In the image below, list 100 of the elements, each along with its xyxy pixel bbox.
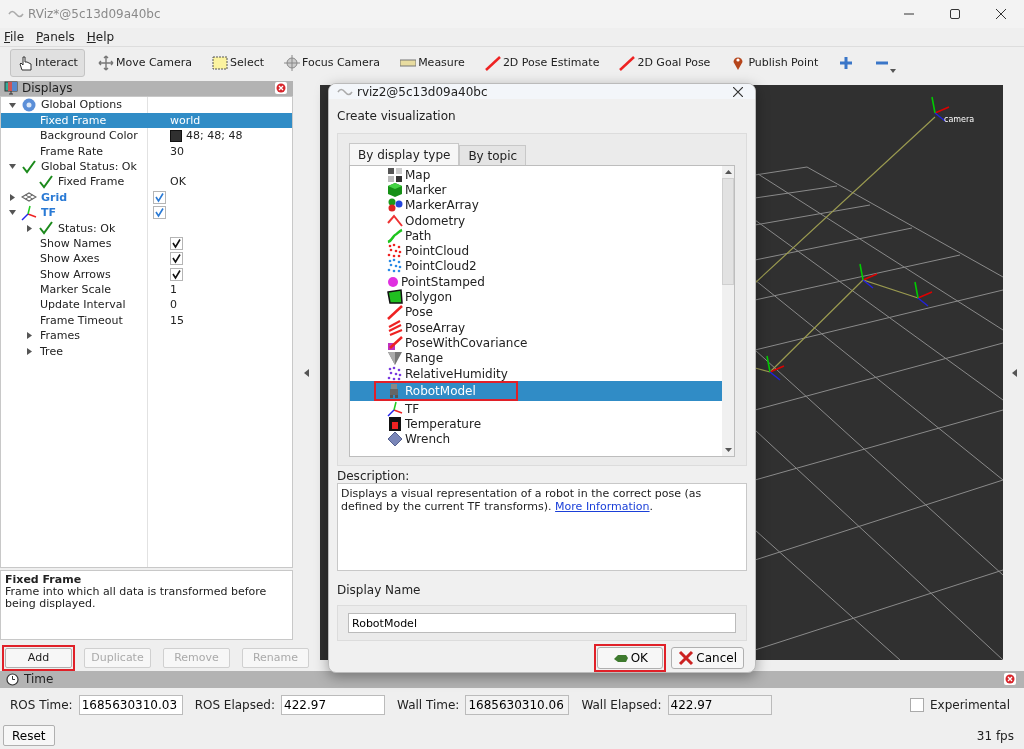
scroll-up-icon[interactable] — [724, 170, 732, 174]
plus-icon — [838, 54, 855, 71]
checkbox[interactable] — [153, 206, 166, 220]
property-value: 48; 48; 48 — [186, 128, 243, 144]
expand-arrow-icon[interactable] — [25, 224, 33, 232]
list-item[interactable]: Polygon — [350, 289, 722, 305]
tab[interactable]: By topic — [459, 145, 527, 165]
tree-row[interactable]: Show Arrows — [1, 266, 292, 283]
tree-row[interactable]: Grid — [1, 189, 292, 206]
expand-arrow-icon[interactable] — [8, 163, 16, 171]
list-item-label: MarkerArray — [405, 198, 479, 213]
list-item[interactable]: Path — [350, 228, 722, 244]
expand-arrow-icon[interactable] — [8, 101, 16, 109]
tree-row[interactable]: Frame Rate 30 — [1, 143, 292, 159]
collapse-arrow-icon[interactable] — [304, 368, 309, 377]
property-value: 30 — [170, 143, 184, 159]
toolbar-button[interactable]: Select — [205, 48, 272, 77]
list-item[interactable]: Wrench — [350, 431, 722, 448]
tree-row[interactable]: Global Options — [1, 97, 292, 113]
list-item-label: Wrench — [405, 432, 451, 447]
time-field[interactable]: 422.97 — [667, 695, 772, 716]
expand-arrow-icon[interactable] — [25, 347, 33, 355]
tree-row[interactable]: Frames — [1, 328, 292, 344]
list-item[interactable]: PointStamped — [350, 274, 722, 290]
crosshair-icon — [284, 54, 301, 71]
more-information-link[interactable]: More Information — [555, 500, 650, 513]
menu-item[interactable]: File — [4, 29, 25, 44]
checkbox[interactable] — [909, 698, 924, 713]
display-name-field[interactable]: RobotModel — [348, 613, 736, 633]
frame-label: camera — [944, 114, 975, 124]
list-item[interactable]: RelativeHumidity — [350, 365, 722, 382]
list-item[interactable]: TF — [350, 401, 722, 417]
tree-row[interactable]: Status: Ok — [1, 220, 292, 236]
dialog-button[interactable]: Cancel — [671, 647, 744, 669]
tree-row[interactable]: Show Names — [1, 235, 292, 252]
color-swatch[interactable] — [170, 129, 182, 142]
diamond-icon — [387, 431, 403, 448]
expand-arrow-icon[interactable] — [8, 193, 16, 201]
checkbox[interactable] — [153, 190, 166, 204]
list-item-label: Pose — [405, 305, 433, 320]
list-item[interactable]: Marker — [350, 182, 722, 198]
tree-row[interactable]: Background Color 48; 48; 48 — [1, 128, 292, 144]
checkbox[interactable] — [170, 252, 183, 266]
list-item-label: Path — [405, 228, 432, 243]
list-item[interactable]: RobotModel — [350, 381, 722, 402]
menu-item[interactable]: Panels — [36, 29, 75, 44]
tree-label: Show Names — [40, 235, 112, 252]
scroll-down-icon[interactable] — [724, 448, 732, 452]
tree-row[interactable]: Frame Timeout 15 — [1, 312, 292, 329]
list-item[interactable]: PoseWithCovariance — [350, 335, 722, 351]
close-icon[interactable] — [275, 82, 287, 95]
list-item[interactable]: PoseArray — [350, 319, 722, 336]
list-item[interactable]: Pose — [350, 304, 722, 320]
tree-label: Tree — [40, 343, 63, 360]
tree-row[interactable]: Fixed Frame world — [1, 112, 292, 129]
maximize-icon[interactable] — [950, 8, 960, 19]
expand-arrow-icon[interactable] — [8, 209, 16, 217]
tree-row[interactable]: Tree — [1, 343, 292, 359]
tree-label: Global Status: Ok — [41, 158, 137, 175]
time-field[interactable]: 1685630310.03 — [78, 695, 183, 716]
checkbox[interactable] — [170, 267, 183, 281]
time-field[interactable]: 1685630310.06 — [465, 695, 570, 716]
list-item[interactable]: Map — [350, 167, 722, 183]
toolbar-button[interactable]: Move Camera — [90, 48, 200, 77]
toolbar-button[interactable]: 2D Pose Estimate — [477, 48, 607, 77]
tree-row[interactable]: Fixed Frame OK — [1, 174, 292, 190]
tree-row[interactable]: TF — [1, 205, 292, 221]
list-item[interactable]: Range — [350, 350, 722, 366]
tree-row[interactable]: Global Status: Ok — [1, 158, 292, 175]
menu-item[interactable]: Help — [86, 29, 115, 44]
panel-button[interactable]: Add — [5, 647, 72, 668]
list-item[interactable]: Temperature — [350, 416, 722, 432]
tab[interactable]: By display type — [349, 143, 460, 165]
check-icon — [21, 158, 37, 175]
list-item[interactable]: Odometry — [350, 212, 722, 229]
tree-row[interactable]: Show Axes — [1, 251, 292, 267]
list-item[interactable]: MarkerArray — [350, 197, 722, 213]
tree-row[interactable]: Update Interval 0 — [1, 297, 292, 313]
close-icon[interactable] — [996, 8, 1006, 19]
section-label: Display Name — [337, 583, 422, 597]
list-item[interactable]: PointCloud2 — [350, 258, 722, 275]
toolbar-button[interactable]: Interact — [10, 48, 85, 77]
close-icon[interactable] — [733, 86, 743, 97]
reset-button[interactable]: Reset — [3, 725, 55, 747]
checkbox[interactable] — [170, 237, 183, 251]
list-item[interactable]: PointCloud — [350, 243, 722, 259]
time-field[interactable]: 422.97 — [281, 695, 386, 716]
toolbar-button[interactable]: Measure — [393, 48, 472, 77]
expand-arrow-icon[interactable] — [25, 332, 33, 340]
toolbar-button[interactable]: Focus Camera — [277, 48, 388, 77]
tree-label: Marker Scale — [40, 282, 112, 298]
toolbar-button[interactable]: Publish Point — [723, 48, 826, 77]
close-icon[interactable] — [1004, 673, 1016, 686]
toolbar-button[interactable]: 2D Goal Pose — [612, 48, 718, 77]
dialog-button[interactable]: OK — [597, 647, 664, 669]
lines-icon — [387, 319, 403, 336]
tree-row[interactable]: Marker Scale 1 — [1, 282, 292, 298]
scrollbar[interactable] — [722, 166, 734, 456]
checkbox-label: Experimental — [929, 698, 1010, 713]
collapse-arrow-icon[interactable] — [1012, 368, 1017, 377]
